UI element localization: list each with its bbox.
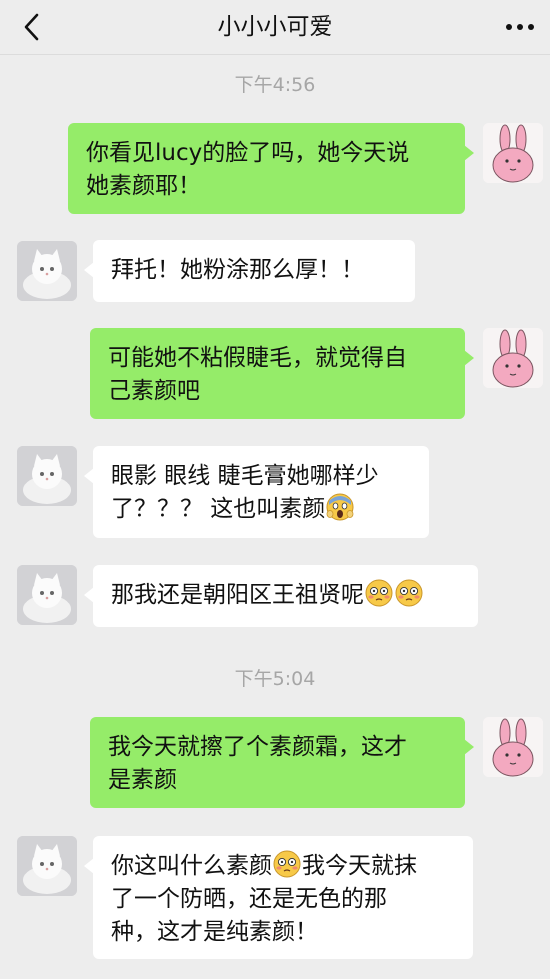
white-cat-avatar	[17, 565, 77, 625]
message-line: 己素颜吧	[108, 378, 200, 404]
flushed-face-emoji	[395, 579, 423, 607]
message-bubble-received[interactable]: 你这叫什么素颜 我今天就抹 了一个防晒，还是无色的那 种，这才是纯素颜！	[84, 836, 473, 959]
white-cat-avatar	[17, 446, 77, 506]
more-button[interactable]	[500, 9, 540, 45]
message-line-with-emoji: 那我还是朝阳区王祖贤呢	[111, 579, 460, 612]
message-line-with-emoji: 了？？？ 这也叫素颜	[111, 493, 411, 526]
message-bubble-sent[interactable]: 我今天就擦了个素颜霜，这才 是素颜	[90, 717, 474, 808]
my-avatar[interactable]	[483, 123, 543, 183]
pink-rabbit-avatar	[483, 328, 543, 388]
pink-rabbit-avatar	[483, 123, 543, 183]
white-cat-avatar	[17, 241, 77, 301]
screaming-face-emoji	[326, 493, 354, 521]
timestamp: 下午4:56	[234, 74, 316, 96]
message-line: 你看见lucy的脸了吗，她今天说	[86, 140, 410, 166]
message-bubble-received[interactable]: 那我还是朝阳区王祖贤呢	[84, 565, 478, 627]
my-avatar[interactable]	[483, 328, 543, 388]
more-dots-icon	[506, 24, 534, 30]
message-bubble-received[interactable]: 眼影 眼线 睫毛膏她哪样少 了？？？ 这也叫素颜	[84, 446, 429, 538]
message-text: 我今天就抹	[302, 853, 417, 879]
message-line-with-emoji: 你这叫什么素颜 我今天就抹	[111, 850, 455, 883]
message-line: 种，这才是纯素颜！	[111, 919, 318, 945]
chat-header: 小小小可爱	[0, 0, 550, 55]
message-text: 那我还是朝阳区王祖贤呢	[111, 582, 364, 608]
message-line: 我今天就擦了个素颜霜，这才	[108, 734, 407, 760]
contact-avatar[interactable]	[17, 836, 77, 896]
message-text: 了？？？ 这也叫素颜	[111, 496, 326, 522]
message-text: 你这叫什么素颜	[111, 853, 272, 879]
message-bubble-sent[interactable]: 可能她不粘假睫毛，就觉得自 己素颜吧	[90, 328, 474, 419]
message-bubble-received[interactable]: 拜托！她粉涂那么厚！！	[84, 240, 415, 302]
message-line: 眼影 眼线 睫毛膏她哪样少	[111, 463, 379, 489]
message-bubble-sent[interactable]: 你看见lucy的脸了吗，她今天说 她素颜耶！	[68, 123, 474, 214]
my-avatar[interactable]	[483, 717, 543, 777]
timestamp: 下午5:04	[234, 668, 316, 690]
pink-rabbit-avatar	[483, 717, 543, 777]
message-line: 她素颜耶！	[86, 173, 201, 199]
message-line: 了一个防晒，还是无色的那	[111, 886, 387, 912]
message-line: 是素颜	[108, 767, 177, 793]
message-line: 可能她不粘假睫毛，就觉得自	[108, 345, 407, 371]
message-line: 拜托！她粉涂那么厚！！	[111, 257, 364, 283]
flushed-face-emoji	[273, 850, 301, 878]
flushed-face-emoji	[365, 579, 393, 607]
contact-avatar[interactable]	[17, 565, 77, 625]
contact-avatar[interactable]	[17, 241, 77, 301]
white-cat-avatar	[17, 836, 77, 896]
contact-avatar[interactable]	[17, 446, 77, 506]
chat-title: 小小小可爱	[217, 14, 333, 40]
